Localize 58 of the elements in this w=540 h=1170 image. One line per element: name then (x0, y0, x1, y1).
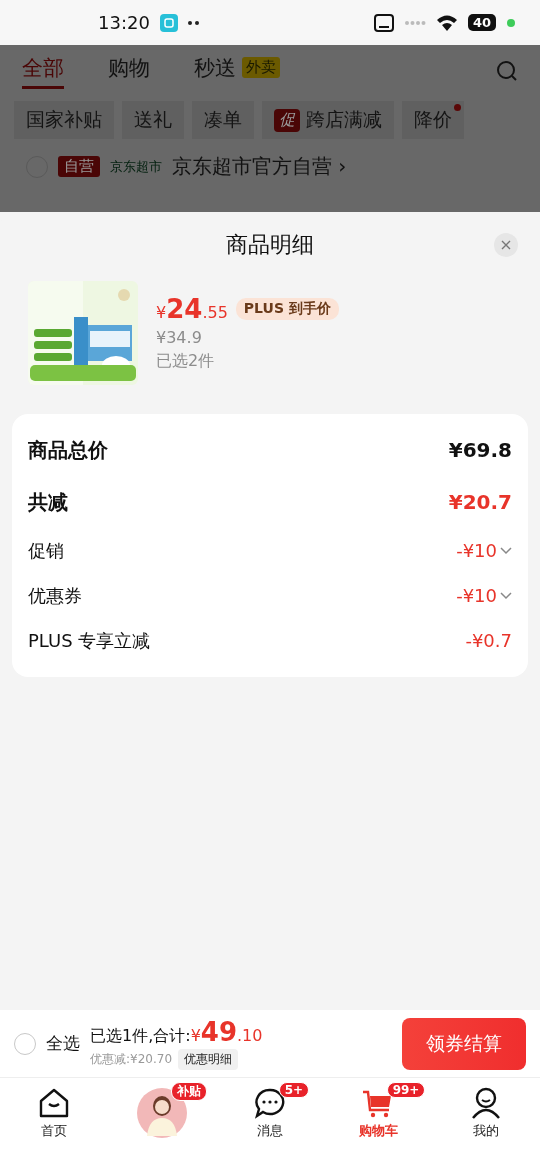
new-dot (454, 104, 461, 111)
nav-label[interactable]: 首页 (41, 1122, 67, 1140)
more-dots-icon (187, 20, 200, 25)
promo-tag: 促 (274, 108, 300, 132)
search-icon[interactable] (496, 60, 518, 82)
nav-label[interactable]: 消息 (257, 1122, 283, 1140)
close-icon (501, 240, 511, 250)
store-brand: 京东超市 (110, 157, 162, 176)
select-all-label: 全选 (46, 1032, 80, 1055)
category-tab[interactable]: 秒送 外卖 (194, 53, 280, 89)
product-price: ¥24.55 (156, 294, 228, 324)
summary-label: 共减 (28, 488, 68, 516)
status-dot-icon (506, 17, 516, 28)
signal-icon (403, 19, 426, 26)
summary-value: ¥20.7 (448, 490, 512, 514)
selected-count: 已选2件 (156, 351, 216, 372)
chat-bubble-icon (253, 1086, 287, 1120)
sheet-title: 商品明细 (226, 231, 314, 259)
nav-badge: 5+ (278, 1082, 310, 1098)
summary-label: PLUS 专享立减 (28, 628, 151, 653)
filter-chip[interactable]: 送礼 (122, 101, 184, 139)
filter-chip[interactable]: 国家补贴 (14, 101, 114, 139)
close-button[interactable] (494, 233, 518, 257)
nav-badge: 99+ (386, 1082, 426, 1098)
filter-chip[interactable]: 凑单 (192, 101, 254, 139)
checkout-button[interactable]: 领券结算 (402, 1017, 526, 1070)
summary-value: ¥69.8 (448, 438, 512, 462)
chevron-down-icon[interactable] (500, 591, 512, 600)
tab-badge: 外卖 (242, 57, 280, 78)
discount-text: 优惠减:¥20.70 (90, 1051, 173, 1068)
battery-level: 40 (467, 14, 496, 31)
summary-label: 促销 (28, 538, 64, 563)
category-tab[interactable]: 购物 (108, 53, 150, 89)
home-icon (37, 1086, 71, 1120)
nav-label[interactable]: 购物车 (358, 1122, 398, 1140)
app-notification-icon (159, 13, 178, 32)
nav-label[interactable]: 我的 (473, 1122, 499, 1140)
filter-chip[interactable]: 降价 (402, 101, 464, 139)
person-icon (469, 1086, 503, 1120)
original-price: ¥34.9 (156, 328, 203, 347)
filter-chip[interactable]: 促 跨店满减 (262, 101, 394, 139)
selection-summary: 已选1件,合计: (90, 1026, 191, 1047)
summary-label: 优惠券 (28, 583, 82, 608)
chevron-down-icon[interactable] (500, 546, 512, 555)
screen-icon (373, 13, 394, 32)
total-price: ¥49.10 (190, 1017, 263, 1047)
wifi-icon (435, 13, 458, 32)
plus-price-tag: PLUS 到手价 (235, 298, 339, 320)
status-time: 13:20 (98, 12, 150, 33)
self-run-tag: 自营 (58, 156, 100, 177)
discount-detail-button[interactable]: 优惠明细 (178, 1049, 239, 1070)
summary-value: -¥10 (456, 585, 497, 606)
nav-badge: 补贴 (170, 1082, 207, 1101)
summary-value: -¥10 (456, 540, 497, 561)
store-name[interactable]: 京东超市官方自营 › (172, 153, 347, 180)
category-tab[interactable]: 全部 (22, 53, 64, 89)
summary-value: -¥0.7 (465, 630, 512, 651)
summary-label: 商品总价 (28, 436, 108, 464)
